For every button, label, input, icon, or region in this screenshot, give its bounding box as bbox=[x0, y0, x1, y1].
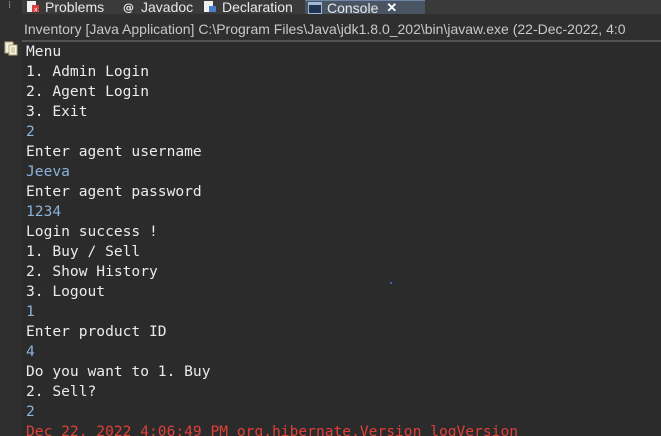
console-line: 1. Buy / Sell bbox=[26, 243, 141, 260]
console-line: 1. Admin Login bbox=[26, 63, 150, 80]
tab-label: Problems bbox=[45, 0, 105, 14]
tab-javadoc[interactable]: @ Javadoc bbox=[122, 0, 193, 14]
console-line: Enter agent password bbox=[26, 183, 202, 200]
console-output[interactable]: Menu 1. Admin Login 2. Agent Login 3. Ex… bbox=[22, 42, 661, 436]
console-icon bbox=[308, 1, 322, 14]
console-line: 2 bbox=[26, 123, 35, 140]
view-tab-bar: x Problems @ Javadoc Declaration Console… bbox=[22, 0, 661, 14]
close-icon[interactable]: ✕ bbox=[386, 1, 397, 14]
console-line: Menu bbox=[26, 43, 62, 60]
console-line: Do you want to 1. Buy bbox=[26, 363, 211, 380]
console-line: 2 bbox=[26, 403, 35, 420]
document-icon bbox=[4, 41, 18, 56]
console-line: Login success ! bbox=[26, 223, 158, 240]
tab-console[interactable]: Console ✕ bbox=[305, 0, 425, 14]
console-line: 2. Show History bbox=[26, 263, 158, 280]
tab-problems[interactable]: x Problems bbox=[26, 0, 104, 14]
console-line: Dec 22, 2022 4:06:49 PM org.hibernate.Ve… bbox=[26, 423, 519, 436]
problems-icon: x bbox=[27, 1, 39, 14]
left-gutter: ⁞ bbox=[0, 0, 22, 436]
tab-label: Declaration bbox=[222, 0, 293, 14]
console-line: Enter agent username bbox=[26, 143, 202, 160]
text-cursor bbox=[390, 282, 392, 284]
javadoc-icon: @ bbox=[123, 1, 134, 13]
console-process-title: Inventory [Java Application] C:\Program … bbox=[22, 18, 661, 40]
tab-label: Javadoc bbox=[141, 0, 194, 14]
drag-grip-icon[interactable]: ⁞ bbox=[8, 0, 14, 12]
tab-label: Console bbox=[327, 0, 379, 15]
svg-text:@: @ bbox=[123, 1, 134, 13]
console-line: Jeeva bbox=[26, 163, 70, 180]
tab-declaration[interactable]: Declaration bbox=[203, 0, 293, 14]
console-line: 1 bbox=[26, 303, 35, 320]
declaration-icon bbox=[204, 1, 216, 12]
svg-text:x: x bbox=[34, 7, 38, 14]
console-line: 2. Agent Login bbox=[26, 83, 150, 100]
console-line: 4 bbox=[26, 343, 35, 360]
console-view: ⁞ x Problems @ Javadoc Declaration Conso… bbox=[0, 0, 661, 436]
console-line: 1234 bbox=[26, 203, 62, 220]
console-line: 3. Logout bbox=[26, 283, 106, 300]
console-line: 3. Exit bbox=[26, 103, 88, 120]
console-line: Enter product ID bbox=[26, 323, 167, 340]
console-line: 2. Sell? bbox=[26, 383, 97, 400]
